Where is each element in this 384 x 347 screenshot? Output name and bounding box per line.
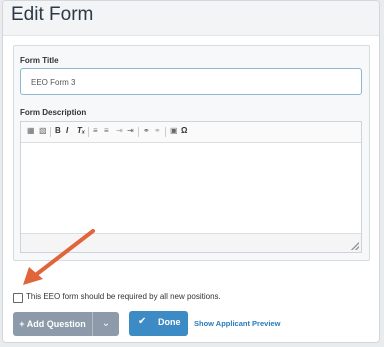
panel-header: Edit Form xyxy=(3,1,379,36)
toolbar-divider xyxy=(50,127,51,137)
toolbar-divider xyxy=(138,127,139,137)
toolbar-divider xyxy=(88,127,89,137)
page-title: Edit Form xyxy=(11,4,94,25)
done-button[interactable]: ✔ Done xyxy=(129,311,188,336)
outdent-icon[interactable]: ⇥ xyxy=(116,126,123,135)
link-icon[interactable]: ⚭ xyxy=(143,126,150,135)
paste-text-icon[interactable]: ▧ xyxy=(39,126,47,135)
annotation-arrow-icon xyxy=(23,229,95,285)
resize-handle-icon[interactable] xyxy=(351,242,359,250)
show-applicant-preview-link[interactable]: Show Applicant Preview xyxy=(194,319,280,328)
numbered-list-icon[interactable]: ≡ xyxy=(93,126,98,135)
required-checkbox-label[interactable]: This EEO form should be required by all … xyxy=(26,292,326,301)
form-description-label: Form Description xyxy=(20,108,87,117)
checkmark-icon: ✔ xyxy=(138,316,147,327)
form-title-input[interactable]: EEO Form 3 xyxy=(20,68,362,95)
add-question-button-group: + Add Question ⌄ xyxy=(13,312,119,336)
bulleted-list-icon[interactable]: ≡ xyxy=(104,126,109,135)
edit-form-panel: Edit Form Form Title EEO Form 3 Form Des… xyxy=(2,0,380,343)
paste-icon[interactable]: ▦ xyxy=(27,126,35,135)
special-character-icon[interactable]: Ω xyxy=(181,126,187,135)
add-question-button[interactable]: + Add Question xyxy=(13,312,92,336)
chevron-down-icon[interactable]: ⌄ xyxy=(93,312,119,336)
remove-format-icon[interactable]: Tₓ xyxy=(77,126,85,135)
form-title-label: Form Title xyxy=(20,56,59,65)
bold-icon[interactable]: B xyxy=(55,126,61,135)
indent-icon[interactable]: ⇥ xyxy=(127,126,134,135)
required-checkbox[interactable] xyxy=(13,293,23,303)
image-icon[interactable]: ▣ xyxy=(170,126,178,135)
italic-icon[interactable]: I xyxy=(66,126,68,135)
done-label: Done xyxy=(158,317,181,327)
unlink-icon[interactable]: ⚭ xyxy=(154,126,161,135)
editor-content-area[interactable] xyxy=(21,143,361,235)
toolbar-divider xyxy=(165,127,166,137)
editor-toolbar: ▦ ▧ B I Tₓ ≡ ≡ ⇥ ⇥ ⚭ ⚭ ▣ Ω xyxy=(21,122,361,143)
